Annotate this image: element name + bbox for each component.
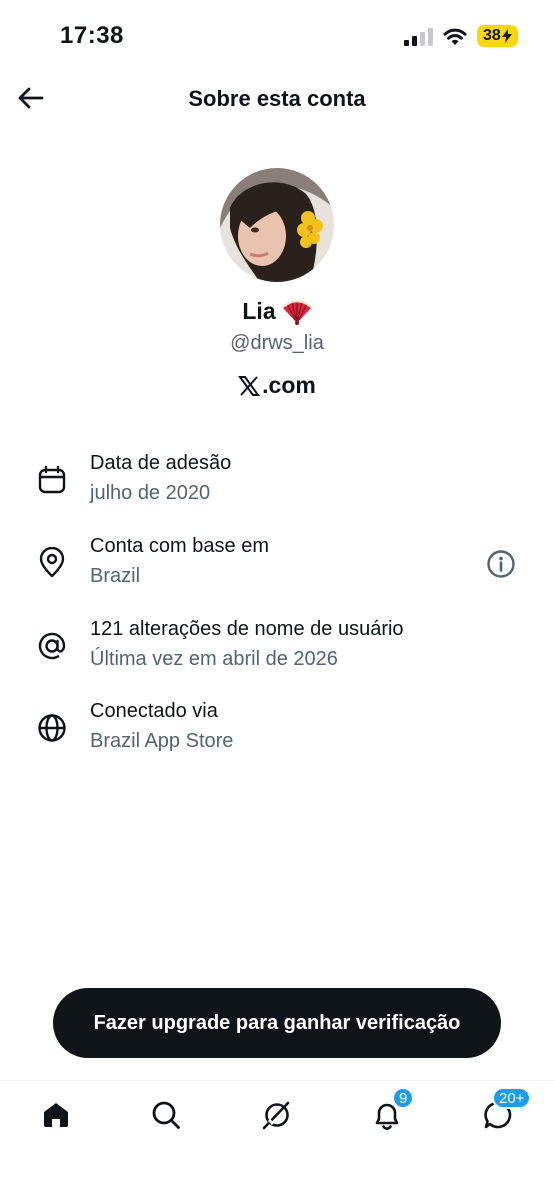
notifications-badge: 9 (392, 1087, 415, 1109)
nav-notifications[interactable]: 9 (367, 1087, 415, 1135)
info-title: Data de adesão (90, 452, 232, 474)
info-subtitle: Brazil (90, 565, 141, 587)
search-icon (152, 1101, 180, 1129)
globe-icon (38, 714, 66, 742)
folding-fan-icon (282, 299, 311, 325)
info-join-date: Data de adesão julho de 2020 (0, 452, 554, 518)
battery-level: 38 (483, 27, 501, 44)
header: Sobre esta conta (0, 70, 554, 128)
bottom-nav: 9 20+ (0, 1080, 554, 1199)
info-username-changes: 121 alterações de nome de usuário Última… (0, 618, 554, 684)
upgrade-verification-button[interactable]: Fazer upgrade para ganhar verificação (53, 988, 501, 1058)
charging-bolt-icon (501, 29, 512, 43)
profile-name: Lia (242, 298, 276, 324)
info-title: Conectado via (90, 700, 218, 722)
avatar-image (220, 168, 334, 282)
home-icon (44, 1103, 68, 1127)
profile-name-row: Lia (0, 298, 554, 325)
info-title: Conta com base em (90, 535, 269, 557)
nav-home[interactable] (36, 1095, 76, 1135)
calendar-icon (38, 465, 66, 494)
cellular-signal-icon (404, 28, 433, 46)
info-icon[interactable] (486, 549, 516, 579)
x-logo-icon (238, 375, 261, 396)
messages-badge: 20+ (492, 1087, 532, 1109)
info-title: 121 alterações de nome de usuário (90, 618, 404, 640)
info-account-location: Conta com base em Brazil (0, 535, 554, 601)
at-sign-icon (38, 632, 66, 660)
profile-site[interactable]: .com (0, 372, 554, 399)
info-subtitle: julho de 2020 (90, 482, 211, 504)
info-connected-via: Conectado via Brazil App Store (0, 700, 554, 766)
info-subtitle: Brazil App Store (90, 730, 234, 752)
status-time: 17:38 (60, 22, 124, 49)
nav-search[interactable] (146, 1095, 186, 1135)
battery-indicator: 38 (477, 25, 518, 47)
wifi-icon (443, 28, 467, 45)
avatar[interactable] (220, 168, 334, 282)
nav-grok[interactable] (257, 1095, 297, 1135)
location-pin-icon (39, 547, 65, 578)
info-subtitle: Última vez em abril de 2026 (90, 648, 338, 670)
status-bar: 17:38 38 (0, 0, 554, 70)
nav-messages[interactable]: 20+ (478, 1087, 532, 1135)
grok-icon (262, 1101, 290, 1130)
profile-handle: @drws_lia (230, 332, 324, 354)
page-title: Sobre esta conta (188, 86, 366, 111)
profile-site-text: .com (262, 372, 316, 398)
